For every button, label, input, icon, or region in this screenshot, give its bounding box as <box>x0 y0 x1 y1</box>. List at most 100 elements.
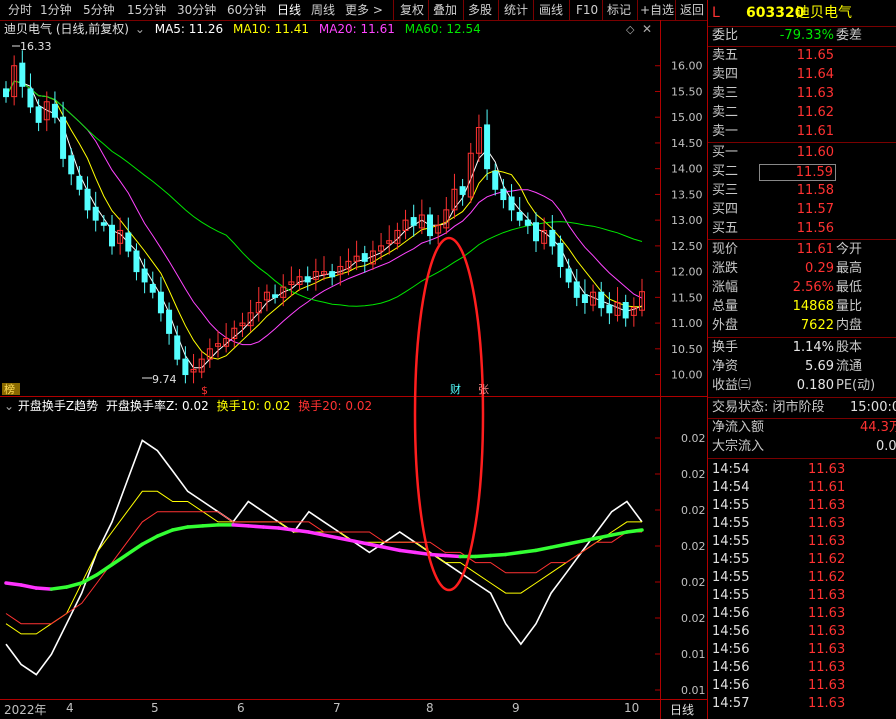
tick-price: 11.63 <box>808 606 846 621</box>
x-label-month: 10 <box>624 701 640 715</box>
candle <box>508 196 515 211</box>
tick-price: 11.63 <box>808 642 846 657</box>
candle <box>361 253 368 262</box>
tick-row: 14:55 11.63 <box>708 497 896 515</box>
tick-row: 14:56 11.63 <box>708 641 896 659</box>
sell-level-row: 卖一 11.61 <box>712 124 834 139</box>
candle <box>35 106 42 123</box>
net-inflow-value: 44.3万 <box>860 420 896 435</box>
buy-level-row: 买四 11.57 <box>712 202 834 217</box>
tick-time: 14:55 <box>712 498 750 513</box>
tick-time: 14:56 <box>712 624 750 639</box>
candle <box>573 281 580 298</box>
period-label: 日线 <box>670 703 695 717</box>
tick-row: 14:55 11.62 <box>708 569 896 587</box>
stat-value: 5.69 <box>805 359 834 374</box>
sell-price: 11.65 <box>796 48 834 63</box>
y-tick-label: 0.02 <box>681 432 706 445</box>
x-label-month: 4 <box>66 701 74 715</box>
tick-row: 14:55 11.63 <box>708 515 896 533</box>
tick-price: 11.63 <box>808 498 846 513</box>
tick-price: 11.61 <box>808 480 846 495</box>
sell-level-row: 卖三 11.63 <box>712 86 834 101</box>
buy-price: 11.56 <box>796 221 834 236</box>
y-tick-label: 12.50 <box>671 240 703 253</box>
stat-value: 7622 <box>800 318 834 333</box>
quote-stat-row: 收益㈢ 0.180 PE(动) <box>712 378 876 393</box>
tick-price: 11.62 <box>808 570 846 585</box>
y-tick-label: 0.01 <box>681 684 706 697</box>
stat-value: 1.14% <box>792 340 834 355</box>
tick-price: 11.63 <box>808 516 846 531</box>
candle <box>100 222 107 226</box>
chart-area[interactable]: 16.00 15.50 15.00 14.50 14.00 13.50 13.00 12.50… <box>0 0 708 719</box>
turnover-series-line <box>5 490 642 635</box>
trend-line-segment <box>155 528 175 538</box>
tick-time: 14:56 <box>712 678 750 693</box>
trend-line-segment <box>170 525 190 532</box>
ma20-line <box>5 80 643 346</box>
trend-line-segment <box>488 552 508 558</box>
candle <box>329 271 336 278</box>
stock-name: 迪贝电气 <box>796 5 852 21</box>
turnover-series-line <box>5 511 642 625</box>
candle <box>606 304 613 314</box>
tick-price: 11.63 <box>808 588 846 603</box>
tick-row: 14:56 11.63 <box>708 659 896 677</box>
trend-line-segment <box>231 523 251 528</box>
trend-line-segment <box>64 581 84 589</box>
trend-line-segment <box>473 553 493 559</box>
tick-time: 14:56 <box>712 642 750 657</box>
limit-up-marker[interactable]: 张 <box>478 383 489 396</box>
stock-header: L 603320 迪贝电气 <box>708 3 896 23</box>
x-axis: 2022年 4 5 6 7 8 9 10 <box>0 700 660 719</box>
trend-line-segment <box>322 533 341 540</box>
rank-marker[interactable]: 榜 <box>4 382 15 396</box>
y-tick-label: 14.50 <box>671 137 703 150</box>
candle <box>410 217 417 226</box>
y-tick-label: 10.50 <box>671 343 703 356</box>
trend-line-segment <box>140 534 160 547</box>
tick-row: 14:56 11.63 <box>708 677 896 695</box>
candle <box>92 206 99 221</box>
y-tick-label: 0.01 <box>681 648 706 661</box>
candle <box>60 116 67 159</box>
candle <box>51 103 58 118</box>
quote-stat-row: 总量 14868 量比 <box>712 299 863 314</box>
buy-price: 11.57 <box>796 202 834 217</box>
ma10-line <box>5 80 643 360</box>
trend-line-segment <box>428 552 447 558</box>
annotation-ellipse <box>413 236 485 592</box>
candle <box>581 294 588 304</box>
trend-line-segment <box>125 542 145 557</box>
trend-line-segment <box>261 525 281 530</box>
sell-price: 11.62 <box>796 105 834 120</box>
sell-level-row: 卖四 11.64 <box>712 67 834 82</box>
sell-price: 11.63 <box>796 86 834 101</box>
trend-line-segment <box>49 585 69 591</box>
financial-report-marker[interactable]: 财 <box>450 382 461 396</box>
y-tick-label: 13.50 <box>671 188 703 201</box>
trend-line-segment <box>443 553 463 559</box>
candle <box>141 268 148 283</box>
dividend-marker[interactable]: $ <box>201 384 208 397</box>
flag-label: L <box>712 5 720 21</box>
y-tick-label: 15.00 <box>671 111 703 124</box>
stat-value: 0.29 <box>805 261 834 276</box>
candle <box>157 291 164 314</box>
candle <box>149 283 156 293</box>
x-label-month: 5 <box>151 701 159 715</box>
tick-row: 14:54 11.63 <box>708 461 896 479</box>
trend-line-segment <box>594 533 614 540</box>
y-tick-label: 0.02 <box>681 540 706 553</box>
tick-time: 14:55 <box>712 552 750 567</box>
weibi-value: -79.33% <box>779 28 834 43</box>
buy-level-row: 买一 11.60 <box>712 145 834 160</box>
y-tick-label: 10.00 <box>671 369 703 382</box>
tick-time: 14:56 <box>712 606 750 621</box>
trend-line-segment <box>382 545 402 553</box>
buy-price: 11.60 <box>796 145 834 160</box>
tick-time: 14:54 <box>712 462 750 477</box>
buy-level-row[interactable]: 买二 11.59 <box>708 163 896 181</box>
trend-line-segment <box>549 542 569 550</box>
